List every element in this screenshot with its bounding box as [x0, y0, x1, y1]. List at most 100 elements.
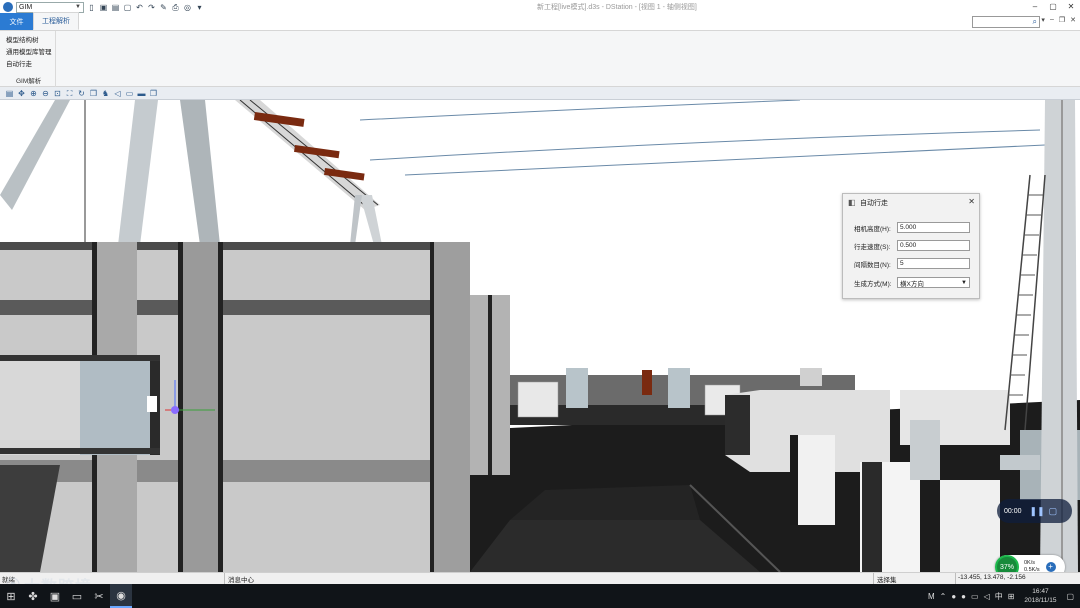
help-icon[interactable]: ▾: [1041, 16, 1045, 24]
taskbar-clock[interactable]: 16:47 2018/11/15: [1019, 587, 1061, 605]
save-icon[interactable]: ▣: [99, 3, 108, 12]
close-icon[interactable]: ✕: [968, 197, 975, 206]
walk-icon: ◧: [848, 197, 856, 207]
notification-icon[interactable]: ▢: [1066, 592, 1074, 601]
accelerate-icon[interactable]: +: [1045, 562, 1056, 572]
network-icon[interactable]: ▭: [971, 592, 979, 601]
globe-icon[interactable]: ◎: [183, 3, 192, 12]
ribbon-item-model-tree[interactable]: 模型结构树: [6, 35, 55, 47]
ime-language[interactable]: 中: [995, 591, 1003, 602]
generate-mode-value: 横X方向: [900, 280, 924, 288]
window-controls: – ▢ ✕: [1026, 0, 1080, 14]
volume-icon[interactable]: ◁: [984, 592, 990, 601]
redo-icon[interactable]: ↷: [147, 3, 156, 12]
view-layer-icon[interactable]: ▤: [5, 89, 14, 98]
chevron-down-icon: ▼: [75, 4, 81, 10]
open-icon[interactable]: ▢: [123, 3, 132, 12]
walk-icon[interactable]: ♞: [101, 89, 110, 98]
stop-icon[interactable]: ▢: [1049, 506, 1058, 517]
walk-speed-label: 行走速度(S):: [854, 243, 891, 251]
auto-walk-dialog: ◧ 自动行走 ✕ 相机高度(H): 5.000 行走速度(S): 0.500 间…: [842, 193, 980, 299]
ribbon-controls: ▾ – ❐ ✕: [1041, 16, 1076, 24]
fan-app-icon[interactable]: ✤: [22, 584, 44, 608]
title-bar: GIM ▼ ▯ ▣ ▤ ▢ ↶ ↷ ✎ ⎙ ◎ ▾ 新工程[live模式].d3…: [0, 0, 1080, 14]
interval-count-row: 间隔数目(N): 5: [854, 258, 970, 269]
ime-mode[interactable]: M: [928, 592, 935, 601]
video-time: 00:00: [1004, 507, 1022, 515]
dialog-title-bar[interactable]: ◧ 自动行走: [843, 194, 979, 211]
chevron-down-icon: ▼: [961, 279, 967, 286]
status-coordinates: -13.455, 13.478, -2.156: [958, 574, 1026, 581]
generate-mode-row: 生成方式(M): 横X方向 ▼: [854, 277, 970, 288]
previous-view-icon[interactable]: ◁: [113, 89, 122, 98]
folder-icon[interactable]: ▭: [66, 584, 88, 608]
print-icon[interactable]: ⎙: [171, 3, 180, 12]
grid-icon[interactable]: ⊞: [1008, 592, 1015, 601]
walk-speed-value: 0.500: [900, 242, 917, 249]
ribbon-panel: 模型结构树 通用模型库管理 自动行走 GIM解析: [0, 31, 1080, 87]
generate-mode-select[interactable]: 横X方向 ▼: [897, 277, 970, 288]
close-icon[interactable]: ✕: [1062, 0, 1080, 14]
ribbon-item-auto-walk[interactable]: 自动行走: [6, 59, 55, 71]
save-all-icon[interactable]: ▤: [111, 3, 120, 12]
pin-icon[interactable]: ✎: [159, 3, 168, 12]
dstation-taskbar-icon[interactable]: ◉: [110, 584, 132, 608]
interval-count-label: 间隔数目(N):: [854, 261, 891, 269]
status-divider: [955, 573, 956, 584]
3d-viewport[interactable]: [0, 100, 1080, 572]
tab-file[interactable]: 文件: [0, 13, 33, 30]
app-icon[interactable]: [3, 2, 13, 12]
view-cube-icon[interactable]: ❒: [89, 89, 98, 98]
taskbar: ⊞ ✤ ▣ ▭ ✂ ◉ M ⌃ ● ● ▭ ◁ 中 ⊞ 16:47 2018/1…: [0, 584, 1080, 608]
zoom-out-icon[interactable]: ⊖: [41, 89, 50, 98]
photo-app-icon[interactable]: ▣: [44, 584, 66, 608]
dialog-title: 自动行走: [860, 199, 888, 207]
camera-height-label: 相机高度(H):: [854, 225, 891, 233]
minimize-icon[interactable]: –: [1026, 0, 1044, 14]
ribbon-close-icon[interactable]: ✕: [1070, 16, 1076, 24]
view-pan-icon[interactable]: ✥: [17, 89, 26, 98]
fit-view-icon[interactable]: ⛶: [65, 89, 74, 98]
section-icon[interactable]: ▬: [137, 89, 146, 98]
undo-icon[interactable]: ↶: [135, 3, 144, 12]
pause-icon[interactable]: ❚❚: [1030, 506, 1045, 517]
ribbon-group-gim: 模型结构树 通用模型库管理 自动行走 GIM解析: [0, 31, 56, 87]
zoom-in-icon[interactable]: ⊕: [29, 89, 38, 98]
walk-speed-input[interactable]: 0.500: [897, 240, 970, 251]
status-selection-set[interactable]: 选择集: [877, 574, 897, 584]
search-icon: ⌕: [1032, 17, 1037, 26]
rotate-icon[interactable]: ↻: [77, 89, 86, 98]
camera-height-value: 5.000: [900, 224, 917, 231]
cloud-icon[interactable]: ●: [961, 592, 966, 601]
render-mode-icon[interactable]: ▭: [125, 89, 134, 98]
search-input[interactable]: ⌕: [972, 16, 1040, 28]
camera-height-input[interactable]: 5.000: [897, 222, 970, 233]
interval-count-value: 5: [900, 260, 904, 267]
ribbon-item-model-library[interactable]: 通用模型库管理: [6, 47, 55, 59]
customize-icon[interactable]: ▾: [195, 3, 204, 12]
status-message-center[interactable]: 消息中心: [228, 574, 254, 584]
quick-access-toolbar: ▯ ▣ ▤ ▢ ↶ ↷ ✎ ⎙ ◎ ▾: [87, 3, 204, 12]
interval-count-input[interactable]: 5: [897, 258, 970, 269]
window-arrange-icon[interactable]: ❐: [149, 89, 158, 98]
security-icon[interactable]: ●: [951, 592, 956, 601]
chevron-up-icon[interactable]: ⌃: [940, 592, 947, 601]
zoom-window-icon[interactable]: ⊡: [53, 89, 62, 98]
camera-height-row: 相机高度(H): 5.000: [854, 222, 970, 233]
config-select[interactable]: GIM ▼: [16, 1, 84, 13]
maximize-icon[interactable]: ▢: [1044, 0, 1062, 14]
config-select-value: GIM: [19, 3, 33, 11]
video-recorder-widget[interactable]: 00:00 ❚❚ ▢: [997, 499, 1072, 523]
status-divider: [224, 573, 225, 584]
tab-project-parse[interactable]: 工程解析: [33, 12, 79, 30]
walk-speed-row: 行走速度(S): 0.500: [854, 240, 970, 251]
new-file-icon[interactable]: ▯: [87, 3, 96, 12]
view-toolbar: ▤ ✥ ⊕ ⊖ ⊡ ⛶ ↻ ❒ ♞ ◁ ▭ ▬ ❐: [0, 87, 1080, 100]
ribbon-minimize-icon[interactable]: –: [1050, 16, 1054, 24]
tool-app-icon[interactable]: ✂: [88, 584, 110, 608]
ribbon-restore-icon[interactable]: ❐: [1059, 16, 1065, 24]
start-icon[interactable]: ⊞: [0, 584, 22, 608]
system-tray: M ⌃ ● ● ▭ ◁ 中 ⊞ 16:47 2018/11/15 ▢: [928, 584, 1080, 608]
generate-mode-label: 生成方式(M):: [854, 280, 892, 288]
dstation-app: GIM ▼ ▯ ▣ ▤ ▢ ↶ ↷ ✎ ⎙ ◎ ▾ 新工程[live模式].d3…: [0, 0, 1080, 608]
